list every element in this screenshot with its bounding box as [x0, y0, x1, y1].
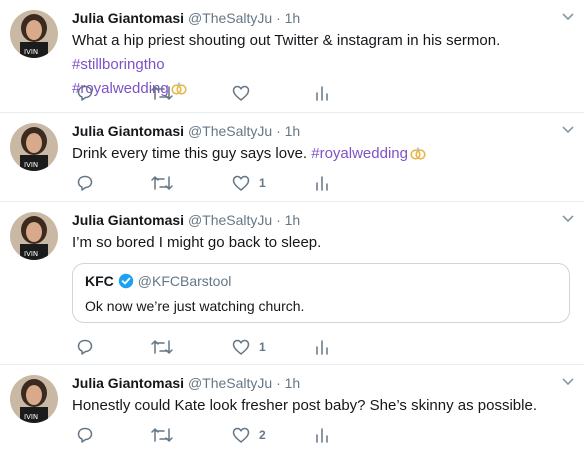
like-count: 1: [259, 176, 266, 190]
tweet-header: Julia Giantomasi @TheSaltyJu · 1h: [72, 210, 300, 230]
tweet-text-content: What a hip priest shouting out Twitter &…: [72, 32, 501, 49]
like-count: 1: [259, 340, 266, 354]
svg-text:IVIN: IVIN: [24, 48, 38, 56]
reply-icon: [77, 175, 93, 191]
reply-icon: [77, 85, 93, 101]
author-name[interactable]: Julia Giantomasi: [72, 375, 184, 391]
avatar[interactable]: IVIN: [10, 10, 58, 58]
reply-button[interactable]: [76, 83, 103, 103]
analytics-icon: [316, 340, 328, 355]
reply-button[interactable]: [76, 337, 103, 357]
timestamp[interactable]: 1h: [285, 212, 301, 228]
heart-icon: [232, 85, 250, 101]
analytics-icon: [316, 428, 328, 443]
separator-dot: ·: [276, 10, 281, 26]
like-button[interactable]: [232, 83, 259, 103]
heart-icon: [232, 339, 250, 355]
svg-text:IVIN: IVIN: [24, 161, 38, 169]
quoted-author-handle[interactable]: @KFCBarstool: [138, 273, 232, 289]
author-handle[interactable]: @TheSaltyJu: [188, 10, 272, 26]
separator-dot: ·: [276, 123, 281, 139]
author-name[interactable]: Julia Giantomasi: [72, 212, 184, 228]
like-button[interactable]: 1: [232, 337, 266, 357]
retweet-button[interactable]: [151, 337, 182, 357]
tweet[interactable]: IVIN Julia Giantomasi @TheSaltyJu · 1h H…: [0, 365, 584, 450]
retweet-icon: [151, 340, 173, 354]
tweet-actions: [72, 83, 372, 105]
hashtag-link[interactable]: #royalwedding: [311, 145, 408, 162]
analytics-button[interactable]: [315, 425, 329, 445]
retweet-icon: [151, 428, 173, 442]
chevron-down-icon[interactable]: [561, 214, 575, 224]
tweet[interactable]: IVIN Julia Giantomasi @TheSaltyJu · 1h D…: [0, 113, 584, 202]
analytics-icon: [316, 86, 328, 101]
retweet-icon: [151, 176, 173, 190]
separator-dot: ·: [276, 375, 281, 391]
tweet-text: I’m so bored I might go back to sleep.: [72, 231, 552, 255]
reply-button[interactable]: [76, 425, 103, 445]
analytics-button[interactable]: [315, 173, 329, 193]
tweet-actions: 2: [72, 425, 372, 447]
analytics-button[interactable]: [315, 337, 329, 357]
tweet-actions: 1: [72, 337, 372, 359]
svg-text:IVIN: IVIN: [24, 413, 38, 421]
tweet[interactable]: IVIN Julia Giantomasi @TheSaltyJu · 1h I…: [0, 202, 584, 365]
quoted-tweet-header: KFC @KFCBarstool: [85, 273, 231, 289]
tweet-text-content: I’m so bored I might go back to sleep.: [72, 234, 322, 251]
tweet-text: Drink every time this guy says love. #ro…: [72, 142, 552, 166]
tweet-feed: IVIN Julia Giantomasi @TheSaltyJu · 1h W…: [0, 0, 584, 450]
author-name[interactable]: Julia Giantomasi: [72, 123, 184, 139]
avatar[interactable]: IVIN: [10, 375, 58, 423]
heart-icon: [232, 427, 250, 443]
avatar[interactable]: IVIN: [10, 123, 58, 171]
quoted-tweet-text: Ok now we’re just watching church.: [85, 298, 305, 314]
author-name[interactable]: Julia Giantomasi: [72, 10, 184, 26]
tweet-header: Julia Giantomasi @TheSaltyJu · 1h: [72, 373, 300, 393]
verified-badge-icon: [118, 273, 133, 289]
timestamp[interactable]: 1h: [285, 10, 301, 26]
hashtag-link[interactable]: #stillboringtho: [72, 56, 165, 73]
retweet-button[interactable]: [151, 173, 182, 193]
analytics-button[interactable]: [315, 83, 329, 103]
quoted-tweet[interactable]: KFC @KFCBarstool Ok now we’re just watch…: [72, 263, 570, 323]
author-handle[interactable]: @TheSaltyJu: [188, 123, 272, 139]
timestamp[interactable]: 1h: [285, 123, 301, 139]
tweet-text-content: Drink every time this guy says love.: [72, 145, 312, 162]
analytics-icon: [316, 176, 328, 191]
svg-text:IVIN: IVIN: [24, 250, 38, 258]
retweet-button[interactable]: [151, 425, 182, 445]
timestamp[interactable]: 1h: [285, 375, 301, 391]
retweet-button[interactable]: [151, 83, 182, 103]
chevron-down-icon[interactable]: [561, 377, 575, 387]
like-button[interactable]: 2: [232, 425, 266, 445]
like-count: 2: [259, 428, 266, 442]
chevron-down-icon[interactable]: [561, 12, 575, 22]
reply-icon: [77, 427, 93, 443]
tweet-text-content: Honestly could Kate look fresher post ba…: [72, 397, 537, 414]
tweet-actions: 1: [72, 173, 372, 195]
avatar[interactable]: IVIN: [10, 212, 58, 260]
chevron-down-icon[interactable]: [561, 125, 575, 135]
tweet-header: Julia Giantomasi @TheSaltyJu · 1h: [72, 8, 300, 28]
tweet-text: Honestly could Kate look fresher post ba…: [72, 394, 552, 418]
reply-button[interactable]: [76, 173, 103, 193]
heart-icon: [232, 175, 250, 191]
author-handle[interactable]: @TheSaltyJu: [188, 375, 272, 391]
retweet-icon: [151, 86, 173, 100]
like-button[interactable]: 1: [232, 173, 266, 193]
tweet[interactable]: IVIN Julia Giantomasi @TheSaltyJu · 1h W…: [0, 0, 584, 113]
wedding-rings-icon: [410, 147, 426, 160]
author-handle[interactable]: @TheSaltyJu: [188, 212, 272, 228]
reply-icon: [77, 339, 93, 355]
separator-dot: ·: [276, 212, 281, 228]
tweet-header: Julia Giantomasi @TheSaltyJu · 1h: [72, 121, 300, 141]
quoted-author-name[interactable]: KFC: [85, 273, 114, 289]
